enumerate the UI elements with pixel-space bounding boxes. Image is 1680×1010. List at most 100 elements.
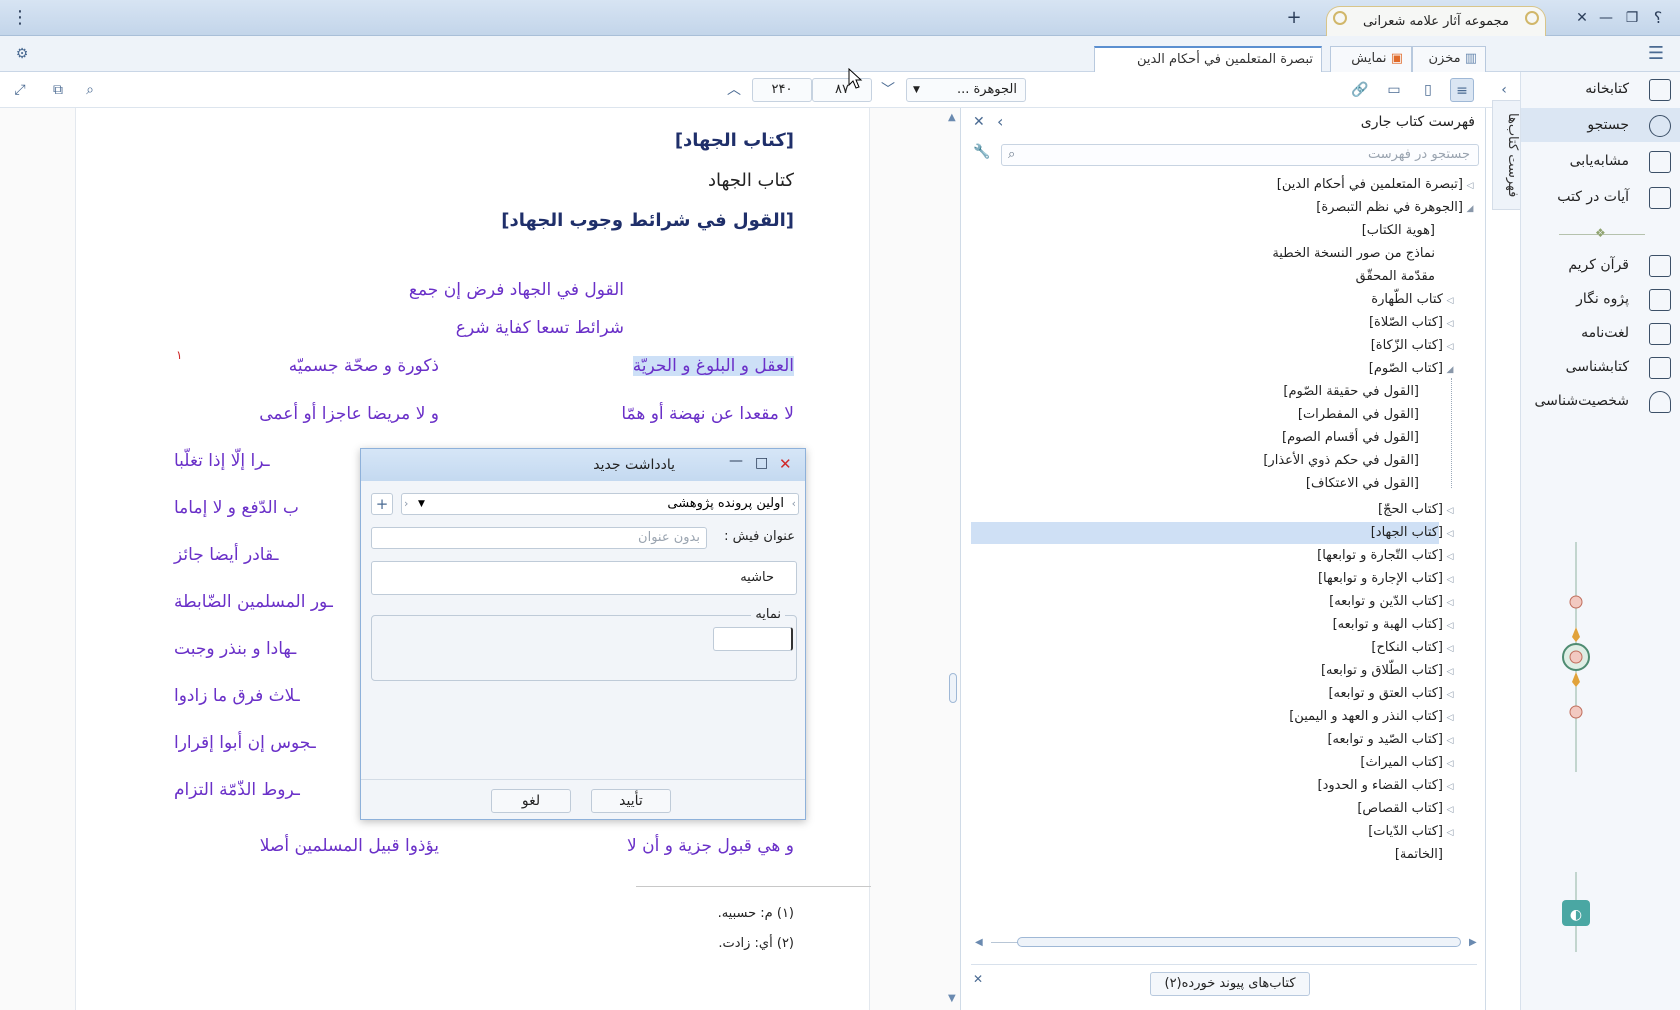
hscroll-thumb[interactable] — [1017, 937, 1461, 947]
toc-item[interactable]: [القول في أقسام الصوم] — [1282, 427, 1419, 449]
toc-item[interactable]: ◁[كتاب القضاء و الحدود] — [1318, 775, 1457, 797]
sidebar-item-verses[interactable]: آیات در کتب — [1521, 180, 1680, 214]
toc-item[interactable]: ◁[كتاب العتق و توابعه] — [1328, 683, 1457, 705]
linked-books-tab[interactable]: کتاب‌های پیوند خورده(۲) — [1150, 972, 1310, 996]
zoom-icon[interactable]: ⌕ — [78, 78, 102, 102]
toc-item[interactable]: ◁[كتاب النكاح] — [1371, 637, 1457, 659]
toc-item-selected[interactable]: ◁[كتاب الجهاد] — [1371, 522, 1457, 544]
chevron-left-icon[interactable]: ‹ — [404, 494, 408, 514]
expand-arrow-icon[interactable]: ◁ — [1443, 290, 1457, 312]
restore-icon[interactable]: ❐ — [1622, 8, 1642, 28]
sidebar-item-similar[interactable]: مشابه‌یابی — [1521, 144, 1680, 178]
hamburger-icon[interactable]: ☰ — [1644, 42, 1668, 66]
expand-arrow-icon[interactable]: ◁ — [1443, 799, 1457, 821]
expand-icon[interactable]: ⤢ — [8, 78, 32, 102]
index-input[interactable] — [713, 627, 793, 651]
expand-arrow-icon[interactable]: ◁ — [1443, 546, 1457, 568]
close-window-icon[interactable]: ✕ — [1572, 8, 1592, 28]
expand-arrow-icon[interactable]: ◢ — [1443, 359, 1457, 381]
toc-item[interactable]: [الخاتمة] — [1395, 844, 1443, 866]
expand-arrow-icon[interactable]: ◁ — [1443, 753, 1457, 775]
book-select[interactable]: الجوهرة ... ▼ — [906, 78, 1026, 102]
scrollbar-thumb[interactable] — [949, 673, 957, 703]
expand-arrow-icon[interactable]: ◁ — [1443, 569, 1457, 591]
compare-icon[interactable]: ⧉ — [46, 78, 70, 102]
tab-display[interactable]: ▣ نمایش — [1330, 46, 1412, 72]
expand-arrow-icon[interactable]: ◁ — [1443, 638, 1457, 660]
chevron-right-icon[interactable]: › — [792, 494, 796, 514]
expand-arrow-icon[interactable]: ◁ — [1443, 661, 1457, 683]
toc-item[interactable]: ◁[كتاب الطّلاق و توابعه] — [1321, 660, 1457, 682]
help-icon[interactable]: ؟ — [1648, 8, 1668, 28]
scroll-up-icon[interactable]: ▲ — [948, 112, 956, 123]
toc-item[interactable]: ◢[كتاب الصّوم] — [1369, 358, 1457, 380]
sidebar-item-quran[interactable]: قرآن کریم — [1521, 248, 1680, 282]
toc-item[interactable]: ◁[كتاب الصّلاة] — [1369, 312, 1457, 334]
panel-back-icon[interactable]: ‹ — [997, 112, 1003, 131]
minimize-icon[interactable]: — — [1596, 8, 1616, 28]
toc-item[interactable]: ◁[كتاب الدّين و توابعه] — [1329, 591, 1457, 613]
toc-item[interactable]: نماذج من صور النسخة الخطية — [1272, 243, 1435, 265]
scroll-right-icon[interactable]: ▶ — [1469, 937, 1477, 948]
toc-item[interactable]: ◁[كتاب النذر و العهد و اليمين] — [1289, 706, 1457, 728]
card-type-field[interactable]: حاشیه — [371, 561, 797, 595]
collapse-sidebar-icon[interactable]: ‹ — [1492, 78, 1516, 102]
chevron-up-icon[interactable]: ︿ — [722, 78, 746, 102]
expand-arrow-icon[interactable]: ◁ — [1443, 822, 1457, 844]
toc-item[interactable]: ◁[كتاب الإجارة و توابعها] — [1318, 568, 1457, 590]
toc-item[interactable]: [القول في الاعتكاف] — [1306, 473, 1419, 495]
toc-item[interactable]: ◁[كتاب التّجارة و توابعها] — [1317, 545, 1457, 567]
toc-item[interactable]: [القول في المفطرات] — [1298, 404, 1419, 426]
expand-arrow-icon[interactable]: ◁ — [1443, 776, 1457, 798]
toc-item[interactable]: مقدّمة المحقّق — [1356, 266, 1435, 288]
add-file-button[interactable]: + — [371, 493, 393, 515]
settings-gear-icon[interactable]: ⚙ — [10, 42, 34, 66]
new-tab-button[interactable]: + — [1284, 8, 1304, 28]
menu-icon[interactable]: ⋮ — [10, 8, 30, 28]
expand-arrow-icon[interactable]: ◁ — [1443, 523, 1457, 545]
expand-arrow-icon[interactable]: ◁ — [1443, 500, 1457, 522]
list-view-icon[interactable]: ≡ — [1450, 78, 1474, 102]
toc-item[interactable]: ◁[تبصرة المتعلمين في أحكام الدين] — [1277, 174, 1477, 196]
card-title-input[interactable]: بدون عنوان — [371, 527, 707, 549]
close-linked-icon[interactable]: ✕ — [973, 972, 983, 986]
sidebar-item-persons[interactable]: شخصیت‌شناسی — [1521, 384, 1680, 418]
sidebar-item-library[interactable]: کتابخانه — [1521, 72, 1680, 106]
expand-arrow-icon[interactable]: ◢ — [1463, 198, 1477, 220]
toc-item[interactable]: ◁[كتاب الحجّ] — [1378, 499, 1457, 521]
toc-search-input[interactable]: جستجو در فهرست ⌕ — [1001, 144, 1479, 166]
expand-arrow-icon[interactable]: ◁ — [1463, 175, 1477, 197]
toc-item[interactable]: ◁[كتاب الصّيد و توابعه] — [1327, 729, 1457, 751]
cancel-button[interactable]: لغو — [491, 789, 571, 813]
toc-item[interactable]: ◁[كتاب القصاص] — [1357, 798, 1457, 820]
expand-arrow-icon[interactable]: ◁ — [1443, 707, 1457, 729]
bookmark-icon[interactable]: ▭ — [1382, 78, 1406, 102]
expand-arrow-icon[interactable]: ◁ — [1443, 592, 1457, 614]
app-tab[interactable]: مجموعه آثار علامه شعرانی — [1326, 6, 1546, 36]
dialog-close-icon[interactable]: ✕ — [779, 455, 792, 473]
expand-arrow-icon[interactable]: ◁ — [1443, 336, 1457, 358]
link-icon[interactable]: 🔗 — [1348, 78, 1372, 102]
sidebar-item-dictionary[interactable]: لغت‌نامه — [1521, 316, 1680, 350]
wrench-icon[interactable]: 🔧 — [973, 144, 990, 160]
toc-item[interactable]: [القول في حكم ذوي الأعذار] — [1263, 450, 1419, 472]
book-view-icon[interactable]: ▯ — [1416, 78, 1440, 102]
tab-repository[interactable]: ▥ مخزن — [1412, 46, 1486, 72]
toc-item[interactable]: ◁[كتاب الدّيات] — [1368, 821, 1457, 843]
toc-item[interactable]: ◢[الجوهرة في نظم التبصرة] — [1316, 197, 1477, 219]
vertical-tab-books-index[interactable]: فهرست کتاب‌ها — [1492, 100, 1520, 210]
dialog-maximize-icon[interactable]: □ — [755, 455, 768, 471]
scroll-down-icon[interactable]: ▼ — [948, 993, 956, 1004]
toc-item[interactable]: ◁[كتاب الميراث] — [1360, 752, 1457, 774]
close-panel-icon[interactable]: ✕ — [973, 114, 985, 130]
toc-item[interactable]: [هوية الكتاب] — [1362, 220, 1435, 242]
tab-book[interactable]: تبصرة المتعلمين في أحكام الدين — [1094, 46, 1322, 72]
toc-item[interactable]: ◁[كتاب الزّكاة] — [1371, 335, 1457, 357]
sidebar-item-search[interactable]: جستجو — [1521, 108, 1680, 142]
sidebar-item-bibliography[interactable]: کتابشناسی — [1521, 350, 1680, 384]
dialog-minimize-icon[interactable]: — — [729, 453, 743, 469]
confirm-button[interactable]: تأیید — [591, 789, 671, 813]
expand-arrow-icon[interactable]: ◁ — [1443, 684, 1457, 706]
research-file-select[interactable]: اولین پرونده پژوهشی ▼ ‹ › — [401, 493, 799, 515]
sidebar-item-research[interactable]: پژوه نگار — [1521, 282, 1680, 316]
